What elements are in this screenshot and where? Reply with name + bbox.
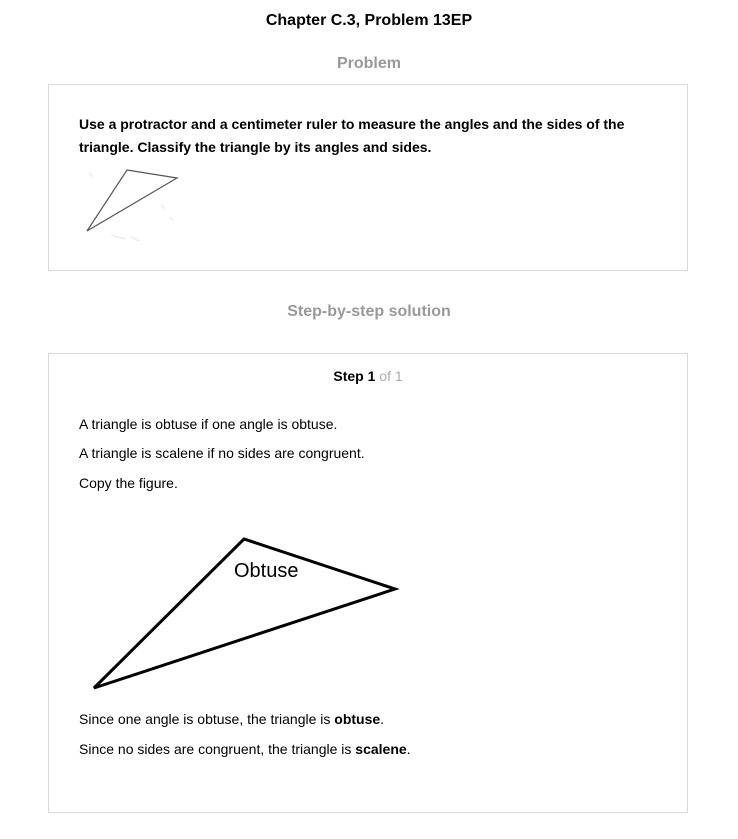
step-of: of 1 <box>379 368 403 384</box>
conclusion-obtuse-period: . <box>380 711 385 727</box>
step-number: 1 <box>367 368 376 384</box>
conclusion-obtuse-text: Since one angle is obtuse, the triangle … <box>79 711 335 727</box>
conclusion-scalene-text: Since no sides are congruent, the triang… <box>79 741 356 757</box>
solution-line-1: A triangle is obtuse if one angle is obt… <box>79 416 338 432</box>
step-label: Step 1 of 1 <box>49 368 687 384</box>
triangle-label: Obtuse <box>234 560 298 582</box>
solution-line-3: Copy the figure. <box>79 475 178 491</box>
solution-line-2: A triangle is scalene if no sides are co… <box>79 445 365 461</box>
solution-box: Step 1 of 1 A triangle is obtuse if one … <box>48 353 688 813</box>
conclusion-scalene: Since no sides are congruent, the triang… <box>79 741 411 757</box>
conclusion-scalene-term: scalene <box>355 741 407 757</box>
sketch-noise <box>88 172 174 242</box>
obtuse-triangle-figure: Obtuse <box>92 537 400 690</box>
problem-text: Use a protractor and a centimeter ruler … <box>79 116 625 155</box>
problem-triangle-sketch <box>86 169 179 242</box>
conclusion-scalene-period: . <box>406 741 411 757</box>
problem-box: Use a protractor and a centimeter ruler … <box>48 84 688 271</box>
page-title: Chapter C.3, Problem 13EP <box>265 12 473 29</box>
step-word: Step <box>333 368 364 384</box>
problem-heading: Problem <box>336 55 401 72</box>
solution-heading: Step-by-step solution <box>287 303 451 320</box>
conclusion-obtuse: Since one angle is obtuse, the triangle … <box>79 711 384 727</box>
conclusion-obtuse-term: obtuse <box>334 711 381 727</box>
sketch-triangle <box>86 169 179 232</box>
